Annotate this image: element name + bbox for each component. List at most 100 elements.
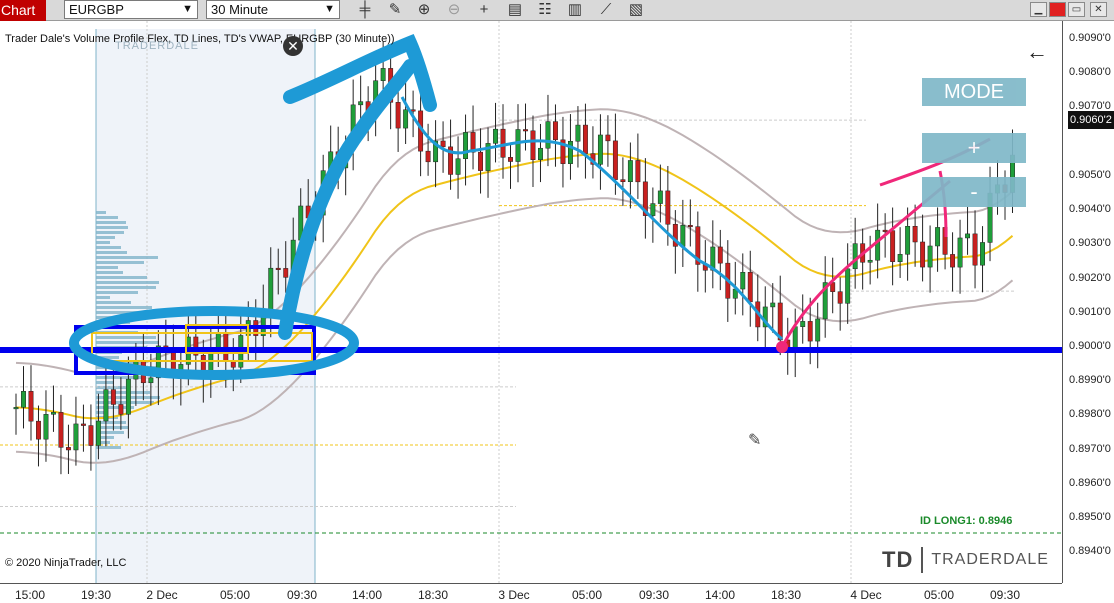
candle-body	[875, 229, 881, 261]
candle-body	[43, 414, 49, 440]
candle-body	[815, 318, 821, 342]
candle-body	[95, 420, 101, 446]
candle-body	[440, 140, 446, 148]
back-arrow-icon[interactable]: ←	[1026, 39, 1048, 65]
candle-body	[807, 321, 813, 342]
close-profile-icon[interactable]: ✕	[283, 36, 303, 56]
price-label: 0.8970'0	[1069, 443, 1111, 455]
candle-body	[800, 321, 806, 327]
candle-body	[680, 225, 686, 247]
profile-bar	[96, 301, 131, 304]
bar-style-icon[interactable]: ╪	[354, 0, 376, 20]
chart-tab[interactable]: Chart	[0, 0, 46, 21]
profile-bar	[96, 211, 106, 214]
close-window-button[interactable]: ✕	[1090, 2, 1107, 17]
candle-body	[110, 389, 116, 405]
long-entry-label: ID LONG1: 0.8946	[920, 515, 1013, 527]
logo-text: TRADERDALE	[931, 551, 1049, 569]
profile-bar	[96, 231, 124, 234]
data-box-icon[interactable]: ▤	[504, 0, 526, 20]
time-axis[interactable]: 15:00 19:30 2 Dec 05:00 09:30 14:00 18:3…	[0, 583, 1062, 603]
zoom-out-icon[interactable]: ⊖	[443, 0, 465, 20]
crosshair-icon[interactable]: +	[473, 0, 495, 20]
mode-button[interactable]: MODE	[922, 78, 1026, 106]
candle-body	[515, 129, 521, 162]
price-label: 0.9050'0	[1069, 169, 1111, 181]
traderdale-logo: TD TRADERDALE	[882, 547, 1049, 573]
support-level-line	[0, 347, 1062, 353]
price-label: 0.9040'0	[1069, 203, 1111, 215]
candle-body	[463, 132, 469, 159]
instrument-selector[interactable]: EURGBP ▼	[64, 0, 198, 19]
chevron-down-icon: ▼	[182, 3, 193, 15]
zoom-in-icon[interactable]: ⊕	[413, 0, 435, 20]
price-axis[interactable]: 0.9090'0 0.9080'0 0.9070'0 0.9050'0 0.90…	[1062, 21, 1114, 583]
candle-body	[567, 140, 573, 164]
candle-body	[65, 447, 71, 451]
time-label: 09:30	[638, 588, 670, 602]
candle-body	[687, 225, 693, 228]
profile-bar	[96, 286, 156, 289]
restore-button[interactable]	[1049, 2, 1066, 17]
candle-body	[612, 140, 618, 180]
candle-body	[395, 102, 401, 129]
candle-body	[21, 391, 26, 408]
time-label: 05:00	[571, 588, 603, 602]
candle-body	[770, 302, 776, 308]
candle-body	[36, 420, 41, 440]
candle-body	[523, 129, 528, 132]
price-label: 0.9000'0	[1069, 340, 1111, 352]
plus-button[interactable]: +	[922, 133, 1026, 163]
price-chart[interactable]: ✎	[0, 21, 1062, 583]
candle-body	[403, 109, 409, 129]
profile-bar	[96, 336, 156, 339]
interval-value: 30 Minute	[211, 2, 269, 17]
strategies-icon[interactable]: ▥	[564, 0, 586, 20]
candle-body	[530, 130, 536, 160]
interval-selector[interactable]: 30 Minute ▼	[206, 0, 340, 19]
candle-body	[957, 237, 963, 268]
properties-icon[interactable]: ☷	[534, 0, 556, 20]
time-label: 18:30	[770, 588, 802, 602]
price-label: 0.9080'0	[1069, 66, 1111, 78]
candle-body	[118, 404, 124, 415]
candle-body	[897, 254, 903, 262]
candle-body	[148, 377, 154, 384]
candle-body	[88, 425, 94, 446]
profile-bar	[96, 226, 128, 229]
time-label: 3 Dec	[498, 588, 530, 602]
candle-body	[410, 109, 416, 112]
candle-body	[935, 227, 941, 247]
price-label: 0.8940'0	[1069, 545, 1111, 557]
time-label: 09:30	[989, 588, 1021, 602]
time-label: 18:30	[417, 588, 449, 602]
candle-body	[51, 412, 56, 415]
time-label: 19:30	[80, 588, 112, 602]
template-icon[interactable]: ▧	[625, 0, 647, 20]
candle-body	[125, 378, 131, 415]
maximize-button[interactable]: ▭	[1068, 2, 1085, 17]
candle-body	[920, 241, 926, 268]
candle-body	[425, 150, 431, 163]
vp-watermark: TRADERDALE	[115, 40, 199, 52]
candle-body	[575, 124, 581, 142]
profile-bar	[96, 271, 123, 274]
minimize-button[interactable]: ▁	[1030, 2, 1047, 17]
candle-body	[740, 272, 746, 290]
chart-toolbar: Chart EURGBP ▼ 30 Minute ▼ ╪ ✎ ⊕ ⊖ + ▤ ☷…	[0, 0, 1114, 21]
candle-body	[635, 160, 641, 183]
candle-body	[455, 158, 461, 175]
minus-button[interactable]: -	[922, 177, 1026, 207]
candle-body	[545, 121, 551, 149]
candle-body	[215, 333, 221, 350]
chart-title: Trader Dale's Volume Profile Flex, TD Li…	[5, 33, 395, 45]
annotation-path-line	[400, 96, 783, 341]
candle-body	[582, 124, 588, 154]
drawing-tools-icon[interactable]: ⟋	[595, 0, 617, 20]
candle-body	[493, 128, 498, 144]
pencil-icon[interactable]: ✎	[384, 0, 406, 20]
price-label: 0.8990'0	[1069, 374, 1111, 386]
candle-body	[605, 134, 611, 142]
time-label: 2 Dec	[146, 588, 178, 602]
chart-panel[interactable]: ✎ Trader Dale's Volume Profile Flex, TD …	[0, 21, 1062, 583]
